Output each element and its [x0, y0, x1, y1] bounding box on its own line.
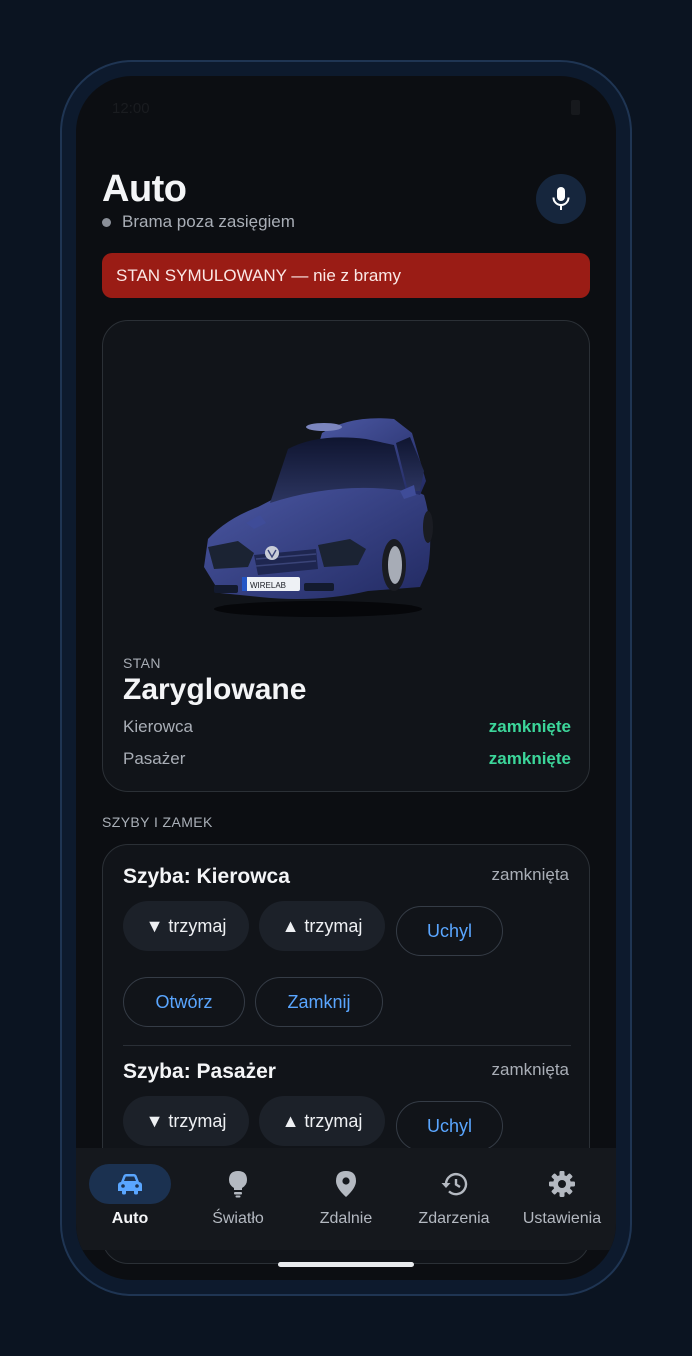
car-icon — [118, 1174, 142, 1195]
window-status-driver: zamknięta — [491, 865, 569, 884]
passenger-window-vent-button[interactable]: Uchyl — [396, 1101, 503, 1151]
divider — [123, 1045, 571, 1046]
nav-label: Ustawienia — [522, 1210, 602, 1227]
license-plate-text: WIRELAB — [250, 581, 286, 590]
window-status-passenger: zamknięta — [491, 1060, 569, 1079]
gateway-status: Brama poza zasięgiem — [102, 212, 295, 232]
driver-window-open-button[interactable]: Otwórz — [123, 977, 245, 1027]
gateway-status-text: Brama poza zasięgiem — [122, 212, 295, 231]
car-state-card: WIRELAB STAN Zaryglowane Kierowca zamkni… — [102, 320, 590, 792]
page-title: Auto — [102, 168, 187, 210]
nav-item-ustawienia[interactable]: Ustawienia — [508, 1148, 616, 1250]
status-bar: 12:00 — [76, 76, 616, 138]
section-label: SZYBY I ZAMEK — [102, 814, 213, 830]
app-screen: 12:00 Auto Brama poza zasięgiem STAN SYM… — [76, 76, 616, 1280]
status-time: 12:00 — [112, 100, 150, 117]
passenger-window-down-button[interactable]: ▼ trzymaj — [123, 1096, 249, 1146]
lock-state-value: Zaryglowane — [123, 673, 307, 706]
nav-label: Auto — [111, 1210, 149, 1227]
nav-label: Zdarzenia — [418, 1210, 490, 1227]
door-row-driver: Kierowca zamknięte — [123, 717, 571, 737]
car-image: WIRELAB — [204, 418, 433, 617]
lightbulb-icon — [229, 1171, 247, 1198]
passenger-window-up-button[interactable]: ▲ trzymaj — [259, 1096, 385, 1146]
driver-window-vent-button[interactable]: Uchyl — [396, 906, 503, 956]
driver-window-close-button[interactable]: Zamknij — [255, 977, 383, 1027]
nav-item-zdarzenia[interactable]: Zdarzenia — [400, 1148, 508, 1250]
simulated-state-banner: STAN SYMULOWANY — nie z bramy — [102, 253, 590, 298]
state-caption: STAN — [123, 655, 161, 671]
battery-icon — [571, 100, 580, 115]
door-row-passenger: Pasażer zamknięte — [123, 749, 571, 769]
bottom-navigation: Auto Światło Zdalnie Zdarzenia Ustawieni… — [76, 1148, 616, 1250]
home-indicator[interactable] — [278, 1262, 414, 1267]
history-icon — [441, 1172, 468, 1196]
microphone-button[interactable] — [536, 174, 586, 224]
door-label: Kierowca — [123, 717, 193, 736]
door-label: Pasażer — [123, 749, 186, 768]
header: Auto Brama poza zasięgiem — [102, 168, 590, 238]
nav-label: Zdalnie — [319, 1210, 373, 1227]
window-title-passenger: Szyba: Pasażer — [123, 1060, 276, 1083]
nav-item-zdalnie[interactable]: Zdalnie — [292, 1148, 400, 1250]
door-status: zamknięte — [488, 749, 571, 768]
microphone-icon — [552, 187, 570, 210]
window-title-driver: Szyba: Kierowca — [123, 865, 290, 888]
nav-item-swiatlo[interactable]: Światło — [184, 1148, 292, 1250]
status-dot-icon — [102, 217, 111, 227]
nav-label: Światło — [212, 1210, 264, 1227]
driver-window-down-button[interactable]: ▼ trzymaj — [123, 901, 249, 951]
nav-item-auto[interactable]: Auto — [76, 1148, 184, 1250]
gear-icon — [549, 1171, 575, 1197]
driver-window-up-button[interactable]: ▲ trzymaj — [259, 901, 385, 951]
door-status: zamknięte — [488, 717, 571, 736]
location-pin-icon — [336, 1171, 356, 1197]
